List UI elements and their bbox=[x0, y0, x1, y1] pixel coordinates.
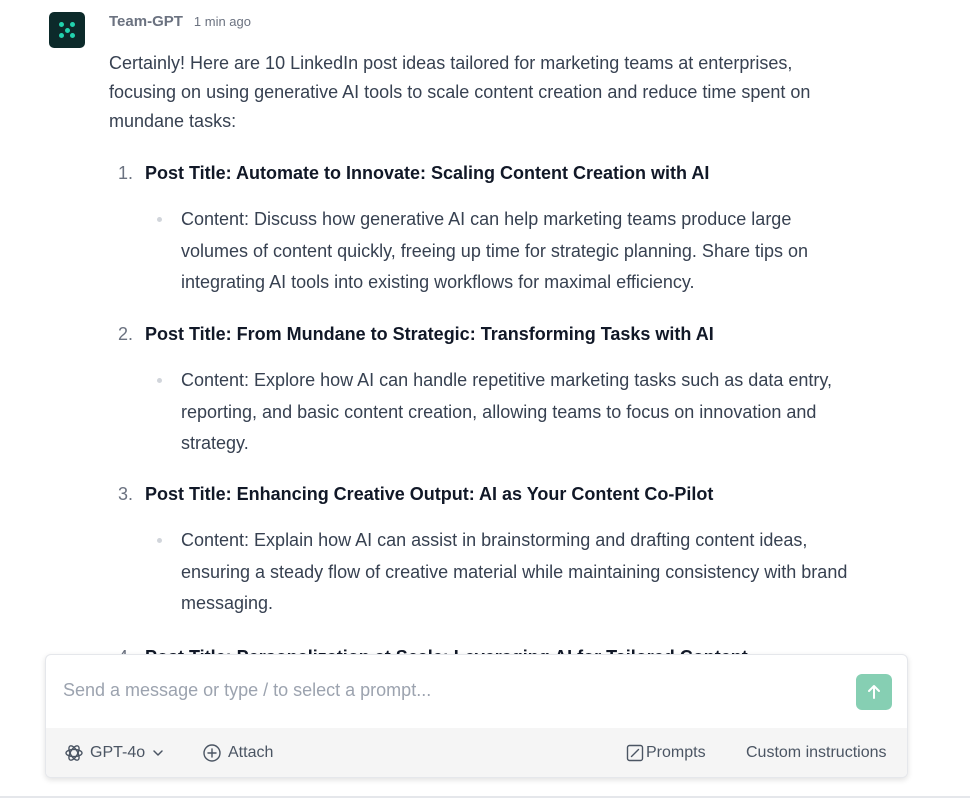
item-title: Post Title: Automate to Innovate: Scalin… bbox=[145, 163, 710, 183]
message-timestamp: 1 min ago bbox=[193, 14, 251, 29]
prompts-icon bbox=[626, 744, 644, 761]
model-label: GPT-4o bbox=[90, 743, 146, 761]
plus-circle-icon bbox=[203, 743, 221, 762]
sender-name: Team-GPT bbox=[109, 13, 183, 30]
item-number: 3. bbox=[118, 484, 134, 504]
item-number: 2. bbox=[118, 324, 134, 344]
custom-instructions-label: Custom instructions bbox=[746, 743, 887, 761]
item-title: Post Title: Enhancing Creative Output: A… bbox=[145, 484, 714, 504]
prompts-label: Prompts bbox=[646, 743, 706, 761]
attach-button[interactable]: Attach bbox=[202, 728, 273, 777]
send-button[interactable] bbox=[856, 674, 892, 710]
item-content: Content: Explore how AI can handle repet… bbox=[181, 370, 833, 453]
message-intro: Certainly! Here are 10 LinkedIn post ide… bbox=[109, 53, 811, 131]
openai-icon bbox=[65, 744, 83, 761]
bullet-dot bbox=[157, 378, 162, 383]
item-title: Post Title: From Mundane to Strategic: T… bbox=[145, 324, 714, 344]
attach-label: Attach bbox=[228, 743, 274, 761]
item-content: Content: Discuss how generative AI can h… bbox=[181, 209, 809, 292]
item-number: 1. bbox=[118, 163, 134, 183]
model-selector[interactable]: GPT-4o bbox=[64, 728, 165, 777]
message-header: Team-GPT 1 min ago bbox=[109, 13, 251, 30]
composer-toolbar: GPT-4o Attach Prompts Custom instruction… bbox=[46, 728, 907, 777]
prompts-button[interactable]: Prompts bbox=[626, 728, 706, 777]
team-gpt-logo-icon bbox=[49, 12, 85, 48]
custom-instructions-button[interactable]: Custom instructions bbox=[746, 728, 887, 777]
message-input[interactable] bbox=[63, 680, 823, 701]
item-content: Content: Explain how AI can assist in br… bbox=[181, 530, 848, 613]
chevron-down-icon bbox=[153, 749, 163, 756]
send-arrow-icon bbox=[868, 685, 880, 699]
bullet-dot bbox=[157, 217, 162, 222]
bullet-dot bbox=[157, 538, 162, 543]
message-composer: GPT-4o Attach Prompts Custom instruction… bbox=[45, 654, 908, 778]
